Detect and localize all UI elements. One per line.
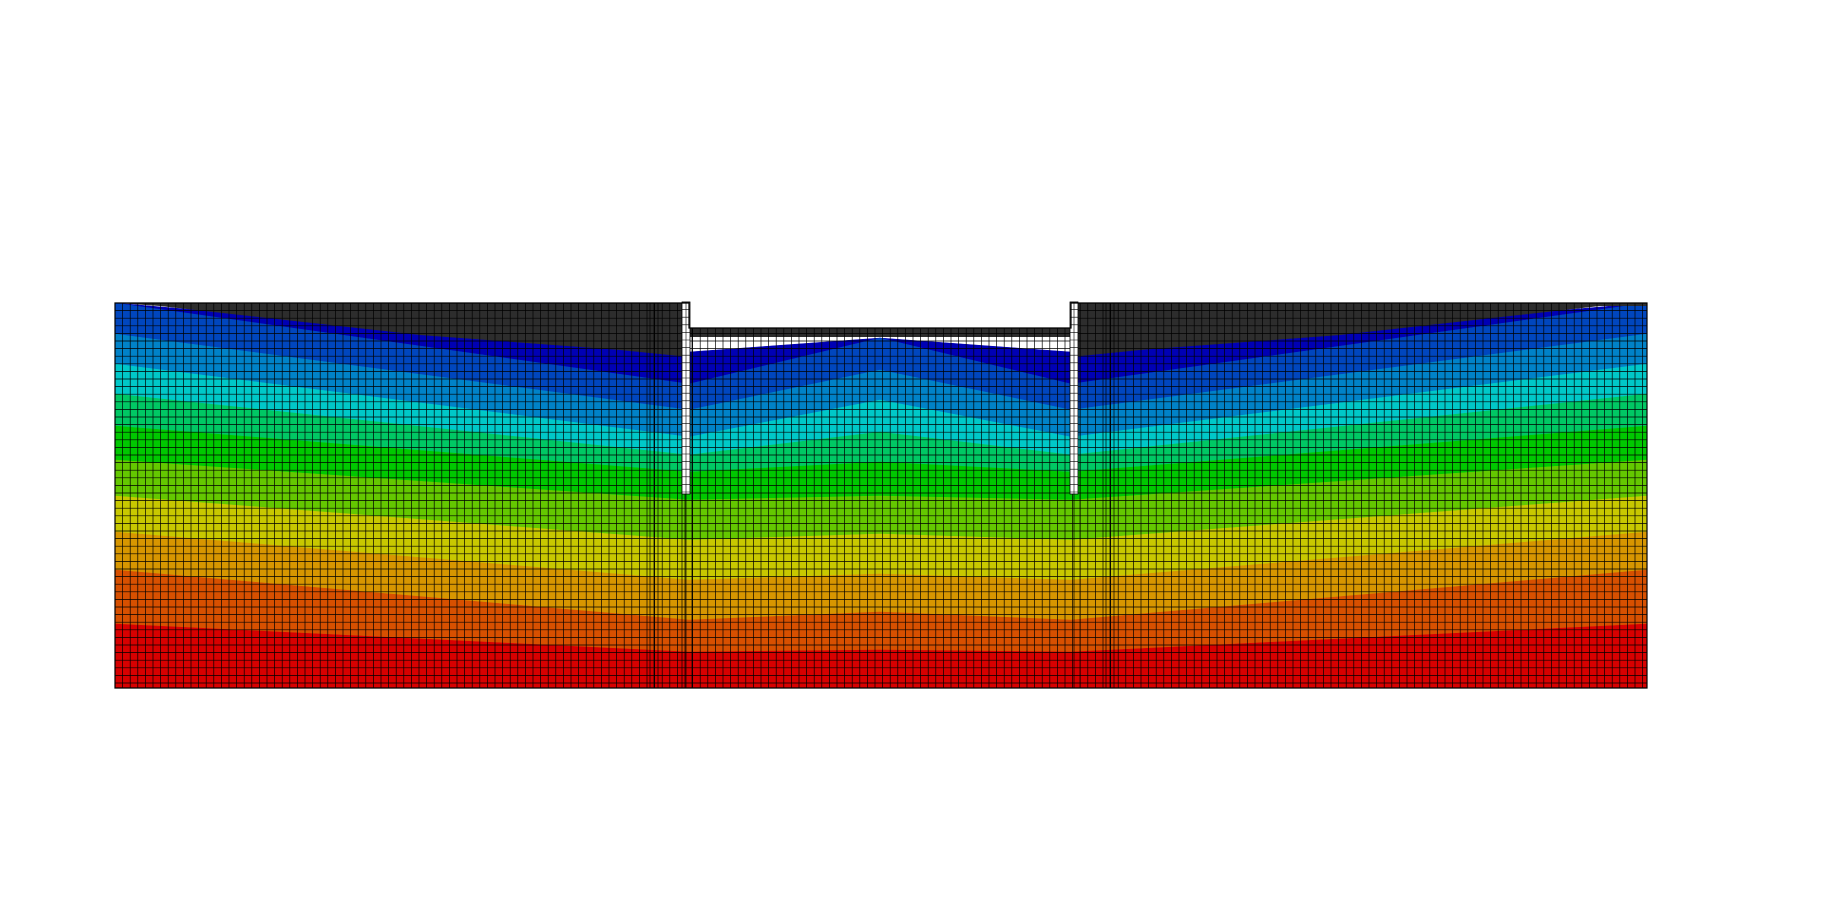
dry-zone-center bbox=[689, 328, 1071, 337]
figure-canvas bbox=[0, 0, 1830, 901]
retaining-wall-left bbox=[681, 301, 691, 495]
contour-bands bbox=[115, 303, 1647, 688]
mesh-figure bbox=[114, 301, 1648, 689]
retaining-wall-right bbox=[1069, 301, 1079, 495]
